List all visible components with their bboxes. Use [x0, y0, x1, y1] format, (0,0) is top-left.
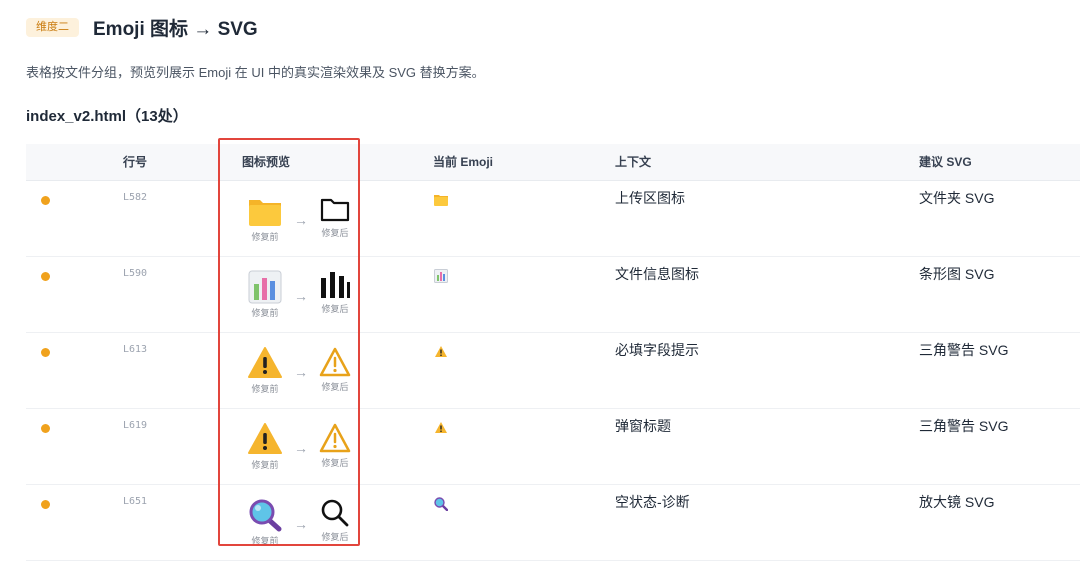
icon-preview: 修复前 → 修复后	[246, 346, 356, 404]
preview-after-label: 修复后	[321, 382, 349, 392]
icon-preview: 修复前 → 修复后	[246, 270, 356, 328]
folder-outline-icon	[320, 198, 350, 222]
suggested-svg: 条形图 SVG	[919, 266, 995, 282]
context-text: 必填字段提示	[615, 342, 699, 358]
preview-before-label: 修复前	[251, 308, 279, 318]
table-row: L582 修复前 → 修复后 上传区图标 文件夹 SVG	[26, 181, 1080, 257]
current-emoji	[434, 193, 448, 211]
bar-chart-emoji-icon	[248, 270, 282, 304]
table-row: L590 修复前 → 修复后 文件信息图标 条形图 SVG	[26, 257, 1080, 333]
suggested-svg: 三角警告 SVG	[919, 418, 1009, 434]
column-header-emoji: 当前 Emoji	[433, 155, 494, 169]
arrow-right-icon: →	[294, 288, 308, 304]
folder-emoji-icon	[434, 195, 448, 206]
preview-after: 修复后	[316, 194, 354, 239]
column-header-preview: 图标预览	[242, 155, 291, 169]
search-icon	[321, 499, 349, 527]
magnifier-emoji-icon	[249, 499, 282, 532]
arrow-right-icon: →	[294, 364, 308, 380]
preview-before: 修复前	[246, 270, 284, 319]
preview-after: 修复后	[316, 498, 354, 543]
preview-after: 修复后	[316, 422, 354, 469]
icon-preview: 修复前 → 修复后	[246, 194, 356, 252]
arrow-right-icon: →	[294, 440, 308, 456]
line-number: L590	[123, 268, 148, 279]
section-title: Emoji 图标 → SVG	[93, 19, 258, 40]
table-row: L619 修复前 → 修复后 弹窗标题 三角警告 SVG	[26, 409, 1080, 485]
table-header: 行号 图标预览 当前 Emoji 上下文 建议 SVG	[26, 144, 1080, 181]
current-emoji	[434, 345, 448, 363]
icon-preview: 修复前 → 修复后	[246, 498, 356, 556]
preview-after: 修复后	[316, 270, 354, 315]
bar-chart-icon	[321, 272, 350, 298]
warning-emoji-icon	[248, 423, 282, 454]
current-emoji	[434, 269, 448, 288]
arrow-right-icon: →	[294, 212, 308, 228]
table-row: L613 修复前 → 修复后 必填字段提示 三角警告 SVG	[26, 333, 1080, 409]
line-number: L582	[123, 192, 148, 203]
suggested-svg: 放大镜 SVG	[919, 494, 995, 510]
file-group-title: index_v2.html（13处）	[26, 108, 188, 125]
suggested-svg: 三角警告 SVG	[919, 342, 1009, 358]
preview-after-label: 修复后	[321, 228, 349, 238]
column-header-suggestion: 建议 SVG	[919, 155, 972, 169]
icon-preview: 修复前 → 修复后	[246, 422, 356, 480]
status-dot	[41, 196, 50, 205]
column-header-line: 行号	[123, 155, 148, 169]
bar-chart-emoji-icon	[434, 269, 448, 283]
arrow-right-icon: →	[294, 516, 308, 532]
warning-emoji-icon	[435, 422, 447, 433]
context-text: 空状态-诊断	[615, 494, 690, 510]
preview-after-label: 修复后	[321, 532, 349, 542]
emoji-table: 行号 图标预览 当前 Emoji 上下文 建议 SVG L582 修复前 → 修…	[26, 144, 1080, 561]
context-text: 上传区图标	[615, 190, 685, 206]
suggested-svg: 文件夹 SVG	[919, 190, 995, 206]
warning-emoji-icon	[248, 347, 282, 378]
preview-before-label: 修复前	[251, 536, 279, 546]
preview-before: 修复前	[246, 422, 284, 471]
current-emoji	[434, 421, 448, 439]
status-dot	[41, 272, 50, 281]
section-header: 维度二 Emoji 图标 → SVG	[26, 14, 258, 41]
status-dot	[41, 424, 50, 433]
context-text: 文件信息图标	[615, 266, 699, 282]
preview-after-label: 修复后	[321, 304, 349, 314]
status-dot	[41, 500, 50, 509]
preview-before-label: 修复前	[251, 232, 279, 242]
preview-after: 修复后	[316, 346, 354, 393]
warning-outline-icon	[319, 423, 351, 453]
warning-outline-icon	[319, 347, 351, 377]
line-number: L651	[123, 496, 148, 507]
preview-before-label: 修复前	[251, 460, 279, 470]
current-emoji	[434, 497, 449, 516]
preview-before: 修复前	[246, 346, 284, 395]
warning-emoji-icon	[435, 346, 447, 357]
line-number: L613	[123, 344, 148, 355]
dimension-badge: 维度二	[26, 18, 79, 37]
folder-emoji-icon	[249, 200, 281, 226]
preview-after-label: 修复后	[321, 458, 349, 468]
status-dot	[41, 348, 50, 357]
table-row: L651 修复前 → 修复后 空状态-诊断 放大镜 SVG	[26, 485, 1080, 561]
column-header-context: 上下文	[615, 155, 652, 169]
preview-before: 修复前	[246, 194, 284, 243]
preview-before-label: 修复前	[251, 384, 279, 394]
preview-before: 修复前	[246, 498, 284, 547]
magnifier-emoji-icon	[434, 497, 449, 512]
context-text: 弹窗标题	[615, 418, 671, 434]
line-number: L619	[123, 420, 148, 431]
section-description: 表格按文件分组，预览列展示 Emoji 在 UI 中的真实渲染效果及 SVG 替…	[26, 65, 485, 80]
